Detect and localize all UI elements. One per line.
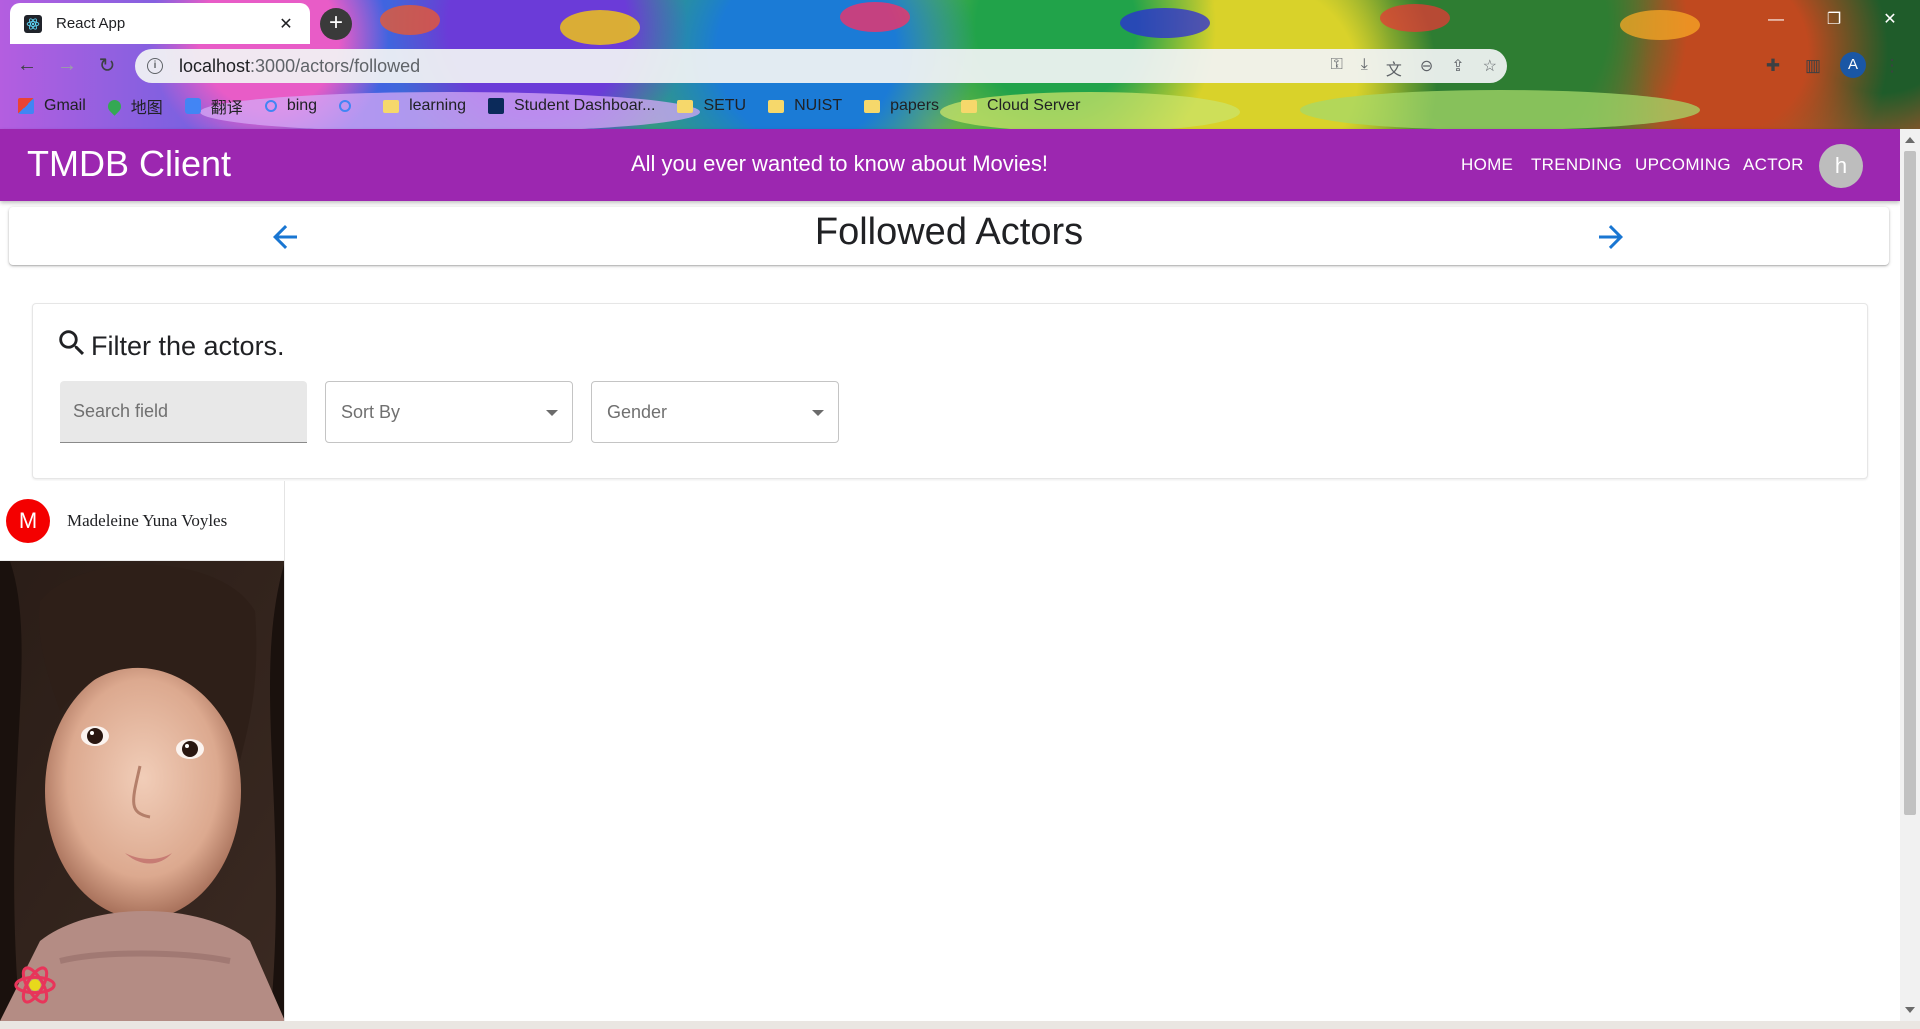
- bookmark-label: Cloud Server: [987, 97, 1081, 114]
- search-icon: [339, 100, 352, 112]
- wallpaper-speck: [1120, 8, 1210, 38]
- scroll-up-icon[interactable]: [1905, 137, 1915, 143]
- minimize-icon[interactable]: —: [1756, 6, 1796, 34]
- actor-name: Madeleine Yuna Voyles: [67, 510, 228, 530]
- wallpaper-speck: [840, 2, 910, 32]
- bookmark-star-icon[interactable]: ☆: [1483, 56, 1497, 80]
- wallpaper-speck: [560, 10, 640, 45]
- key-icon[interactable]: ⚿: [1331, 56, 1343, 80]
- url-path: :3000/actors/followed: [250, 55, 421, 76]
- bookmark-item[interactable]: SETU: [677, 97, 746, 115]
- site-info-icon[interactable]: i: [147, 58, 163, 74]
- search-icon: [264, 100, 277, 112]
- wallpaper-speck: [1380, 4, 1450, 32]
- bookmark-label: NUIST: [794, 97, 843, 114]
- bookmark-label: papers: [890, 97, 940, 114]
- bookmarks-bar: Gmail 地图 翻译 bing learning Student Dashboar...…: [0, 90, 1920, 122]
- profile-avatar[interactable]: A: [1840, 52, 1866, 78]
- dropdown-caret-icon: [546, 410, 558, 416]
- arrow-forward-icon[interactable]: [1593, 219, 1629, 255]
- user-avatar[interactable]: h: [1819, 144, 1863, 188]
- taskbar-strip: [0, 1021, 1920, 1029]
- url-host: localhost: [179, 55, 251, 76]
- browser-tab[interactable]: React App ✕: [10, 3, 310, 44]
- bookmark-label: Student Dashboar...: [514, 97, 656, 114]
- bookmark-item[interactable]: [339, 100, 361, 112]
- app-header: TMDB Client All you ever wanted to know …: [0, 129, 1900, 201]
- wallpaper-speck: [380, 5, 440, 35]
- menu-icon[interactable]: ⋮: [1878, 52, 1906, 80]
- share-icon[interactable]: ⇪: [1451, 56, 1464, 80]
- gender-select[interactable]: Gender: [591, 381, 839, 443]
- app-title[interactable]: TMDB Client: [27, 143, 231, 185]
- extensions-icon[interactable]: ✚: [1759, 52, 1787, 80]
- translate-page-icon[interactable]: 文: [1386, 56, 1402, 80]
- filter-card: Filter the actors. Search field Sort By …: [32, 303, 1868, 479]
- reload-icon[interactable]: ↻: [90, 48, 124, 82]
- scrollbar-thumb[interactable]: [1904, 151, 1916, 815]
- bookmark-label: SETU: [703, 97, 747, 114]
- forward-icon[interactable]: →: [50, 48, 84, 82]
- actor-card-header: M Madeleine Yuna Voyles: [0, 481, 284, 561]
- bookmark-label: 地图: [130, 100, 163, 117]
- new-tab-button[interactable]: +: [320, 8, 352, 40]
- folder-icon: [677, 99, 694, 113]
- gmail-icon: [18, 98, 34, 114]
- page-header: Followed Actors: [9, 207, 1889, 265]
- bookmark-label: bing: [286, 97, 318, 114]
- bookmark-item[interactable]: bing: [264, 97, 318, 115]
- bookmark-item[interactable]: papers: [864, 97, 939, 115]
- translate-icon: [184, 98, 201, 114]
- tab-close-icon[interactable]: ✕: [276, 14, 296, 34]
- side-panel-icon[interactable]: ▥: [1799, 52, 1827, 80]
- bookmark-item[interactable]: 翻译: [184, 94, 243, 118]
- search-icon: [59, 330, 85, 356]
- address-bar-actions: ⚿ ⤓ 文 ⊖ ⇪ ☆: [1331, 56, 1497, 80]
- bookmark-item[interactable]: Gmail: [18, 97, 86, 115]
- nav-trending[interactable]: TRENDING: [1531, 155, 1622, 175]
- bookmark-item[interactable]: learning: [383, 97, 466, 115]
- filter-header: Filter the actors.: [55, 326, 285, 361]
- wallpaper-speck: [1620, 10, 1700, 40]
- filter-title: Filter the actors.: [91, 331, 285, 361]
- nav-home[interactable]: HOME: [1461, 155, 1513, 175]
- dropdown-caret-icon: [812, 410, 824, 416]
- restore-icon[interactable]: ❐: [1814, 6, 1854, 34]
- folder-icon: [383, 99, 400, 113]
- nav-actor[interactable]: ACTOR: [1743, 155, 1804, 175]
- actor-avatar: M: [6, 498, 50, 543]
- dashboard-icon: [488, 98, 504, 114]
- react-favicon-icon: [24, 14, 42, 33]
- bookmark-label: Gmail: [44, 97, 86, 114]
- folder-icon: [961, 99, 978, 113]
- react-devtools-icon[interactable]: [12, 962, 58, 1008]
- bookmark-item[interactable]: Cloud Server: [961, 97, 1080, 115]
- bookmark-label: learning: [409, 97, 466, 114]
- browser-chrome: React App ✕ + — ❐ ✕ ← → ↻ i localhost:30…: [0, 0, 1920, 129]
- bookmark-label: 翻译: [210, 100, 243, 117]
- sort-by-label: Sort By: [341, 402, 401, 422]
- tab-title: React App: [56, 15, 126, 32]
- actor-photo[interactable]: [0, 561, 285, 1021]
- back-icon[interactable]: ←: [10, 48, 44, 82]
- page-scrollbar[interactable]: [1900, 129, 1920, 1021]
- app-tagline: All you ever wanted to know about Movies…: [631, 151, 1049, 176]
- folder-icon: [768, 99, 785, 113]
- folder-icon: [864, 99, 881, 113]
- maps-icon: [105, 96, 124, 116]
- zoom-icon[interactable]: ⊖: [1420, 56, 1433, 80]
- close-window-icon[interactable]: ✕: [1870, 6, 1910, 34]
- actor-card[interactable]: M Madeleine Yuna Voyles: [0, 481, 285, 1021]
- bookmark-item[interactable]: 地图: [105, 94, 163, 118]
- install-icon[interactable]: ⤓: [1361, 56, 1368, 80]
- scroll-down-icon[interactable]: [1905, 1007, 1915, 1013]
- bookmark-item[interactable]: Student Dashboar...: [488, 97, 655, 115]
- address-bar[interactable]: i localhost:3000/actors/followed ⚿ ⤓ 文 ⊖…: [135, 49, 1507, 83]
- nav-upcoming[interactable]: UPCOMING: [1635, 155, 1731, 175]
- sort-by-select[interactable]: Sort By: [325, 381, 573, 443]
- bookmark-item[interactable]: NUIST: [768, 97, 842, 115]
- search-input[interactable]: Search field: [60, 381, 307, 443]
- gender-label: Gender: [607, 402, 668, 422]
